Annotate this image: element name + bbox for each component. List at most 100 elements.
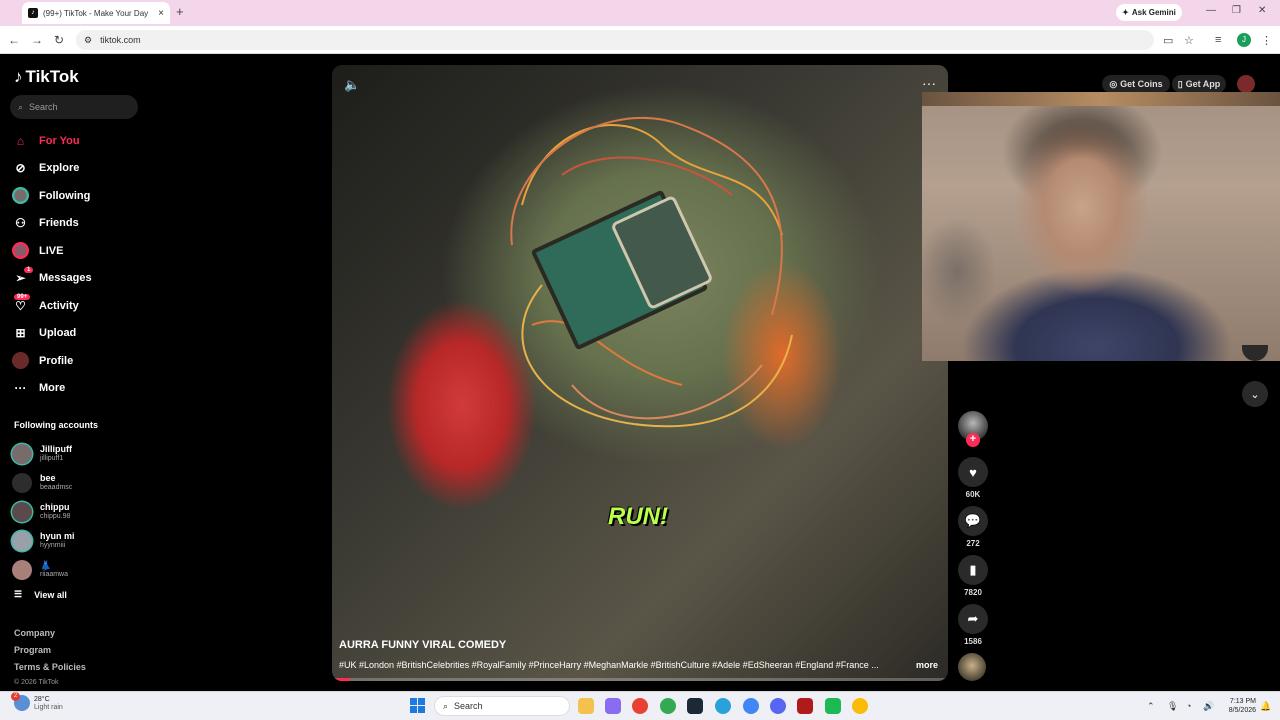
sidebar-item-for-you[interactable]: ⌂ For You [12,127,172,155]
follow-plus-icon[interactable]: + [966,433,980,447]
file-explorer-icon[interactable] [578,698,594,714]
ask-gemini-button[interactable]: ✦ Ask Gemini [1116,4,1182,21]
chrome-alt-icon[interactable] [743,698,759,714]
save-count: 7820 [964,588,982,597]
following-account-item[interactable]: Jillipuff jillipuff1 [12,439,132,468]
reload-icon[interactable]: ↻ [54,33,64,47]
footer-link-program[interactable]: Program [14,645,86,662]
following-account-item[interactable]: hyun mi hyynmiii [12,526,132,555]
system-clock[interactable]: 7:13 PM 8/5/2026 [1222,697,1256,715]
browser-tab[interactable]: ♪ (99+) TikTok - Make Your Day × [22,2,170,24]
live-avatar-icon [12,242,29,260]
following-account-item[interactable]: 👗 riiaamwa [12,555,132,584]
chrome-profile-icon[interactable] [660,698,676,714]
account-name: hyun mi [40,531,75,541]
author-avatar[interactable]: + [958,411,988,447]
sidebar-nav: ⌂ For You ⊘ Explore Following ⚇ Friends … [12,127,172,402]
get-coins-button[interactable]: ◎ Get Coins [1102,75,1170,93]
discord-icon[interactable] [770,698,786,714]
sidebar-item-live[interactable]: LIVE [12,237,172,265]
sidebar-item-messages[interactable]: ➢ 1 Messages [12,265,172,293]
share-icon[interactable]: ➦ [958,604,988,634]
app-icon[interactable] [797,698,813,714]
browser-profile-avatar[interactable]: J [1237,33,1251,47]
avatar [12,443,32,464]
sidebar-item-following[interactable]: Following [12,182,172,210]
video-author[interactable]: AURRA FUNNY VIRAL COMEDY [339,639,506,651]
steam-icon[interactable] [687,698,703,714]
tray-chevron-icon[interactable]: ⌃ [1147,701,1155,712]
like-action[interactable]: ♥ 60K [958,457,988,501]
following-account-item[interactable]: bee beaadmsc [12,468,132,497]
comment-action[interactable]: 💬 272 [958,506,988,550]
weather-widget[interactable]: 2 28°C Light rain [11,692,63,711]
more-options-icon[interactable]: ··· [922,75,936,91]
windows-start-icon[interactable] [410,698,425,713]
avatar [12,530,32,551]
account-handle: hyynmiii [40,542,66,549]
sidebar-item-label: Explore [39,162,80,175]
notification-icon[interactable]: 🔔 [1260,701,1271,712]
sidebar-item-upload[interactable]: ⊞ Upload [12,320,172,348]
search-input[interactable]: ⌕ Search [10,95,138,119]
bookmark-icon[interactable]: ▮ [958,555,988,585]
footer-link-terms[interactable]: Terms & Policies [14,662,86,679]
bookmark-star-icon[interactable]: ☆ [1184,34,1194,47]
chrome-active-icon[interactable] [852,698,868,714]
sidebar-item-activity[interactable]: ♡ 99+ Activity [12,292,172,320]
close-tab-icon[interactable]: × [158,8,164,19]
sidebar-item-label: LIVE [39,244,64,257]
tiktok-logo[interactable]: ♪ TikTok [14,67,79,87]
get-app-button[interactable]: ▯ Get App [1172,75,1226,93]
comment-icon[interactable]: 💬 [958,506,988,536]
new-tab-button[interactable]: + [176,4,184,19]
weather-icon: 2 [11,692,30,711]
account-handle: chippu.98 [40,513,71,520]
save-action[interactable]: ▮ 7820 [958,555,988,599]
sidebar-item-friends[interactable]: ⚇ Friends [12,210,172,238]
url-field[interactable]: ⚙ tiktok.com [76,30,1154,50]
minimize-icon[interactable]: — [1206,5,1216,16]
comment-count: 272 [966,539,980,548]
browser-menu-icon[interactable]: ⋮ [1261,34,1272,47]
sidebar-item-profile[interactable]: Profile [12,347,172,375]
next-video-button[interactable]: ⌄ [1242,381,1268,407]
footer-link-company[interactable]: Company [14,628,86,645]
more-dots-icon: ··· [14,381,27,396]
restore-icon[interactable]: ❐ [1232,5,1241,16]
windows-taskbar: 2 28°C Light rain ⌕ Search ⌃ 🎙 ◔ 🔊 7:13 … [0,691,1280,720]
taskbar-search-label: Search [454,701,483,711]
volume-icon[interactable]: 🔈 [344,77,360,93]
sidebar-item-explore[interactable]: ⊘ Explore [12,155,172,183]
wifi-icon[interactable]: ◔ [1186,701,1191,711]
volume-icon[interactable]: 🔊 [1203,701,1214,712]
video-player[interactable]: 🔈 ··· RUN! AURRA FUNNY VIRAL COMEDY #UK … [332,65,948,681]
extensions-icon[interactable]: ≡ [1215,34,1221,46]
share-action[interactable]: ➦ 1586 [958,604,988,648]
view-all-button[interactable]: ☰ View all [14,589,67,600]
forward-icon[interactable]: → [31,33,43,47]
video-progress-bar[interactable] [332,678,948,681]
install-app-icon[interactable]: ▭ [1163,34,1173,47]
tab-title: (99+) TikTok - Make Your Day [43,8,149,18]
webcam-overlay [922,92,1280,361]
user-avatar[interactable] [1237,75,1255,93]
compass-icon: ⊘ [15,161,26,176]
music-disc-avatar[interactable] [958,653,986,681]
copilot-icon[interactable] [605,698,621,714]
spotify-icon[interactable] [825,698,841,714]
microphone-icon[interactable]: 🎙 [1167,701,1178,712]
site-info-icon[interactable]: ⚙ [84,35,92,46]
description-more-button[interactable]: more [916,660,938,670]
following-accounts-heading: Following accounts [14,420,99,430]
sidebar-item-more[interactable]: ··· More [12,375,172,403]
back-icon[interactable]: ← [8,33,20,47]
taskbar-search-input[interactable]: ⌕ Search [434,696,570,716]
close-window-icon[interactable]: ✕ [1258,5,1266,16]
chrome-icon[interactable] [632,698,648,714]
webcam-ceiling [922,92,1280,106]
telegram-icon[interactable] [715,698,731,714]
heart-icon[interactable]: ♥ [958,457,988,487]
tiktok-page: ♪ TikTok ⌕ Search ⌂ For You ⊘ Explore Fo… [0,55,1280,691]
following-account-item[interactable]: chippu chippu.98 [12,497,132,526]
